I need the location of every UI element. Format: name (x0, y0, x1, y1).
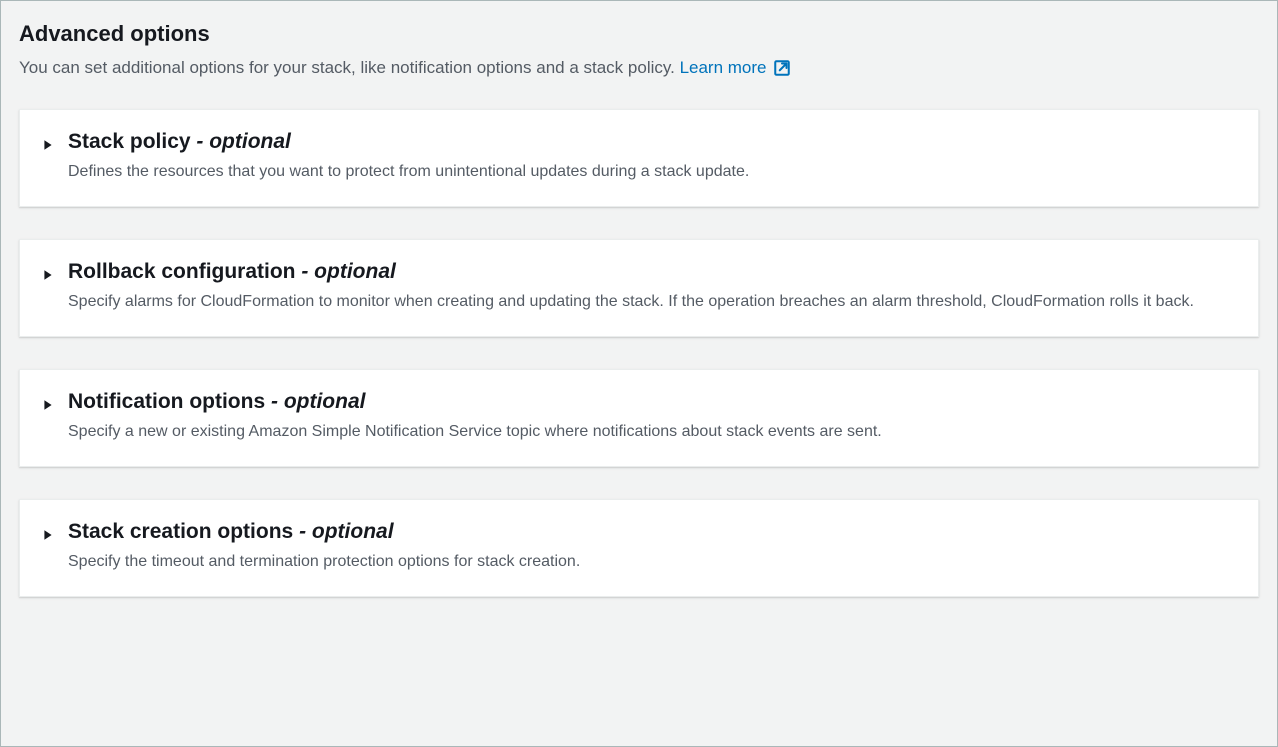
section-title: Notification options - optional (68, 390, 1236, 414)
caret-right-icon (42, 528, 54, 546)
section-description: Specify a new or existing Amazon Simple … (68, 420, 1236, 444)
section-description: Specify alarms for CloudFormation to mon… (68, 290, 1236, 314)
advanced-options-panel: Advanced options You can set additional … (0, 0, 1278, 747)
section-title: Stack policy - optional (68, 130, 1236, 154)
external-link-icon (773, 59, 791, 77)
panel-title: Advanced options (19, 21, 1259, 47)
section-description: Defines the resources that you want to p… (68, 160, 1236, 184)
section-description: Specify the timeout and termination prot… (68, 550, 1236, 574)
stack-policy-section: Stack policy - optional Defines the reso… (19, 109, 1259, 207)
section-title: Rollback configuration - optional (68, 260, 1236, 284)
rollback-configuration-section: Rollback configuration - optional Specif… (19, 239, 1259, 337)
panel-header: Advanced options You can set additional … (19, 21, 1259, 81)
caret-right-icon (42, 398, 54, 416)
stack-creation-options-section: Stack creation options - optional Specif… (19, 499, 1259, 597)
caret-right-icon (42, 138, 54, 156)
stack-policy-toggle[interactable]: Stack policy - optional Defines the reso… (42, 130, 1236, 184)
notification-options-toggle[interactable]: Notification options - optional Specify … (42, 390, 1236, 444)
panel-description: You can set additional options for your … (19, 55, 1259, 81)
stack-creation-options-toggle[interactable]: Stack creation options - optional Specif… (42, 520, 1236, 574)
section-title: Stack creation options - optional (68, 520, 1236, 544)
learn-more-link[interactable]: Learn more (680, 55, 791, 81)
rollback-configuration-toggle[interactable]: Rollback configuration - optional Specif… (42, 260, 1236, 314)
notification-options-section: Notification options - optional Specify … (19, 369, 1259, 467)
caret-right-icon (42, 268, 54, 286)
